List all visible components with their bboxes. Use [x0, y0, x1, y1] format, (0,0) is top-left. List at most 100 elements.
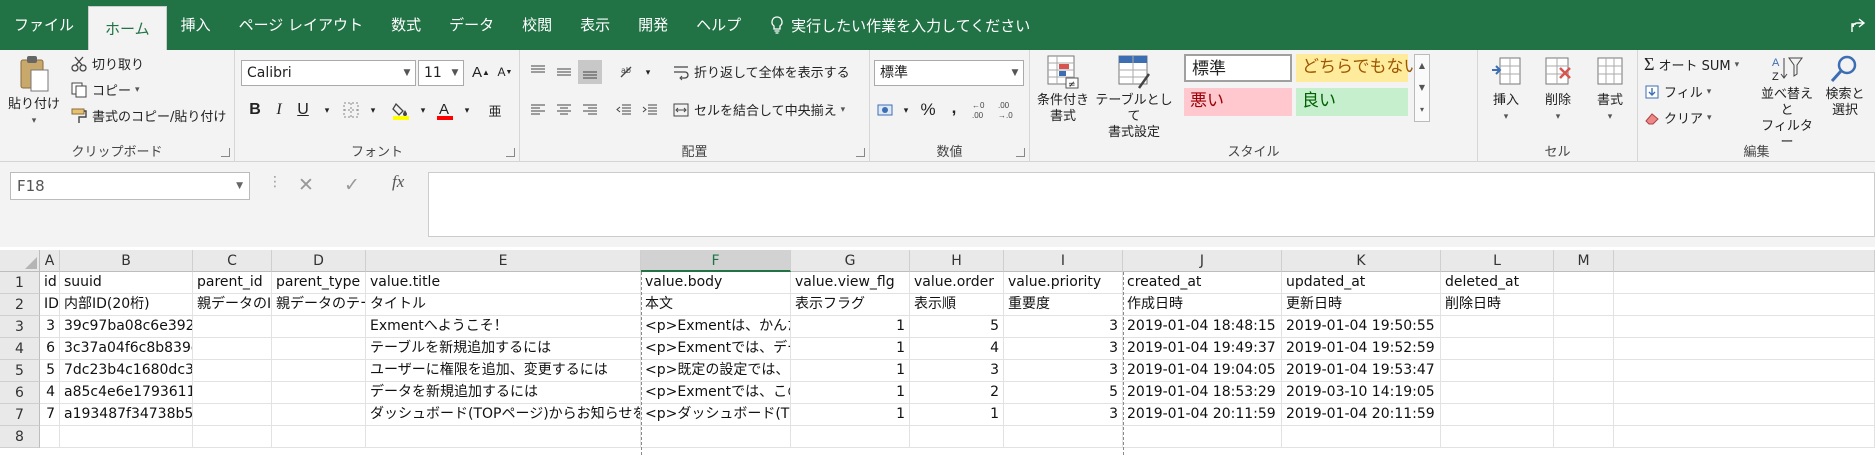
cell-I8[interactable]	[1004, 426, 1123, 448]
clipboard-launcher-icon[interactable]	[221, 148, 230, 157]
column-header[interactable]: H	[910, 250, 1004, 272]
cell-E4[interactable]: テーブルを新規追加するには	[366, 338, 641, 360]
cell-L3[interactable]	[1441, 316, 1554, 338]
italic-icon[interactable]: I	[267, 98, 291, 122]
copy-button[interactable]: コピー ▾	[70, 80, 140, 99]
align-right-icon[interactable]	[578, 98, 602, 122]
cell-D3[interactable]	[272, 316, 366, 338]
cell-K5[interactable]: 2019-01-04 19:53:47	[1282, 360, 1441, 382]
cell-E3[interactable]: Exmentへようこそ！	[366, 316, 641, 338]
comma-style-icon[interactable]: ,	[942, 96, 966, 120]
style-neutral[interactable]: どちらでもない	[1296, 54, 1421, 82]
row-header[interactable]: 3	[0, 316, 40, 338]
cell-L5[interactable]	[1441, 360, 1554, 382]
fill-color-icon[interactable]	[389, 98, 413, 122]
fill-dropdown-icon[interactable]: ▾	[1707, 87, 1712, 97]
cell-H5[interactable]: 3	[910, 360, 1004, 382]
cell-D7[interactable]	[272, 404, 366, 426]
cell-F2[interactable]: 本文	[641, 294, 791, 316]
cell-K7[interactable]: 2019-01-04 20:11:59	[1282, 404, 1441, 426]
fill-button[interactable]: フィル ▾	[1644, 82, 1711, 101]
style-good[interactable]: 良い	[1296, 88, 1408, 116]
number-format-select[interactable]: 標準 ▼	[874, 60, 1024, 86]
fill-color-dropdown-icon[interactable]: ▾	[411, 98, 435, 122]
align-left-icon[interactable]	[526, 98, 550, 122]
orientation-dropdown-icon[interactable]: ▾	[636, 60, 660, 84]
borders-icon[interactable]	[339, 98, 363, 122]
cell-D5[interactable]	[272, 360, 366, 382]
cell-C8[interactable]	[193, 426, 272, 448]
row-header[interactable]: 1	[0, 272, 40, 294]
cell-M2[interactable]	[1554, 294, 1614, 316]
column-header[interactable]: G	[791, 250, 910, 272]
tab-9[interactable]: ヘルプ	[682, 0, 755, 50]
cell-J8[interactable]	[1123, 426, 1282, 448]
cell-K3[interactable]: 2019-01-04 19:50:55	[1282, 316, 1441, 338]
column-header[interactable]: E	[366, 250, 641, 272]
cell-K1[interactable]: updated_at	[1282, 272, 1441, 294]
cell-G4[interactable]: 1	[791, 338, 910, 360]
cell-A5[interactable]: 5	[40, 360, 60, 382]
font-color-dropdown-icon[interactable]: ▾	[455, 98, 479, 122]
cell-L6[interactable]	[1441, 382, 1554, 404]
column-header[interactable]: L	[1441, 250, 1554, 272]
font-size-select[interactable]: 11 ▼	[418, 60, 464, 86]
align-center-icon[interactable]	[552, 98, 576, 122]
underline-icon[interactable]: U	[291, 98, 315, 122]
font-launcher-icon[interactable]	[506, 148, 515, 157]
decrease-indent-icon[interactable]	[612, 98, 636, 122]
copy-dropdown-icon[interactable]: ▾	[135, 85, 140, 95]
cell-J7[interactable]: 2019-01-04 20:11:59	[1123, 404, 1282, 426]
cell-I2[interactable]: 重要度	[1004, 294, 1123, 316]
tab-0[interactable]: ファイル	[0, 0, 88, 50]
cell-K8[interactable]	[1282, 426, 1441, 448]
cell-D4[interactable]	[272, 338, 366, 360]
row-header[interactable]: 7	[0, 404, 40, 426]
cell-A8[interactable]	[40, 426, 60, 448]
column-header[interactable]: F	[641, 250, 791, 272]
borders-dropdown-icon[interactable]: ▾	[361, 98, 385, 122]
cell-H2[interactable]: 表示順	[910, 294, 1004, 316]
conditional-format-button[interactable]: ≠ 条件付き 書式	[1034, 54, 1092, 125]
cell-M6[interactable]	[1554, 382, 1614, 404]
cell-D1[interactable]: parent_type	[272, 272, 366, 294]
cell-J2[interactable]: 作成日時	[1123, 294, 1282, 316]
cell-G6[interactable]: 1	[791, 382, 910, 404]
paste-button[interactable]: 貼り付け ▾	[8, 54, 60, 129]
cell-B7[interactable]: a193487f34738b5f7b26	[60, 404, 193, 426]
find-select-button[interactable]: 検索と 選択	[1820, 54, 1870, 119]
cell-K2[interactable]: 更新日時	[1282, 294, 1441, 316]
format-dropdown-icon[interactable]: ▾	[1586, 109, 1634, 125]
paste-dropdown-icon[interactable]: ▾	[8, 113, 60, 129]
cell-I3[interactable]: 3	[1004, 316, 1123, 338]
cell-C1[interactable]: parent_id	[193, 272, 272, 294]
wrap-text-button[interactable]: 折り返して全体を表示する	[672, 62, 850, 81]
cell-J3[interactable]: 2019-01-04 18:48:15	[1123, 316, 1282, 338]
cell-M3[interactable]	[1554, 316, 1614, 338]
cell-I4[interactable]: 3	[1004, 338, 1123, 360]
cell-H6[interactable]: 2	[910, 382, 1004, 404]
column-header[interactable]: K	[1282, 250, 1441, 272]
accounting-dropdown-icon[interactable]: ▾	[894, 98, 918, 122]
tab-3[interactable]: ページ レイアウト	[225, 0, 377, 50]
autosum-dropdown-icon[interactable]: ▾	[1735, 60, 1740, 70]
cell-H3[interactable]: 5	[910, 316, 1004, 338]
cell-H8[interactable]	[910, 426, 1004, 448]
cell-J5[interactable]: 2019-01-04 19:04:05	[1123, 360, 1282, 382]
cut-button[interactable]: 切り取り	[70, 54, 144, 73]
merge-dropdown-icon[interactable]: ▾	[841, 105, 846, 115]
cell-C7[interactable]	[193, 404, 272, 426]
cell-G7[interactable]: 1	[791, 404, 910, 426]
cell-M1[interactable]	[1554, 272, 1614, 294]
column-header[interactable]: I	[1004, 250, 1123, 272]
format-cells-button[interactable]: 書式 ▾	[1586, 54, 1634, 125]
tab-5[interactable]: データ	[435, 0, 508, 50]
cell-F5[interactable]: <p>既定の設定では、ユーザー	[641, 360, 791, 382]
phonetic-icon[interactable]: 亜	[483, 98, 507, 122]
cell-G1[interactable]: value.view_flg	[791, 272, 910, 294]
cell-E7[interactable]: ダッシュボード(TOPページ)からお知らせを	[366, 404, 641, 426]
cell-E6[interactable]: データを新規追加するには	[366, 382, 641, 404]
insert-dropdown-icon[interactable]: ▾	[1482, 109, 1530, 125]
tab-8[interactable]: 開発	[624, 0, 682, 50]
cell-C3[interactable]	[193, 316, 272, 338]
